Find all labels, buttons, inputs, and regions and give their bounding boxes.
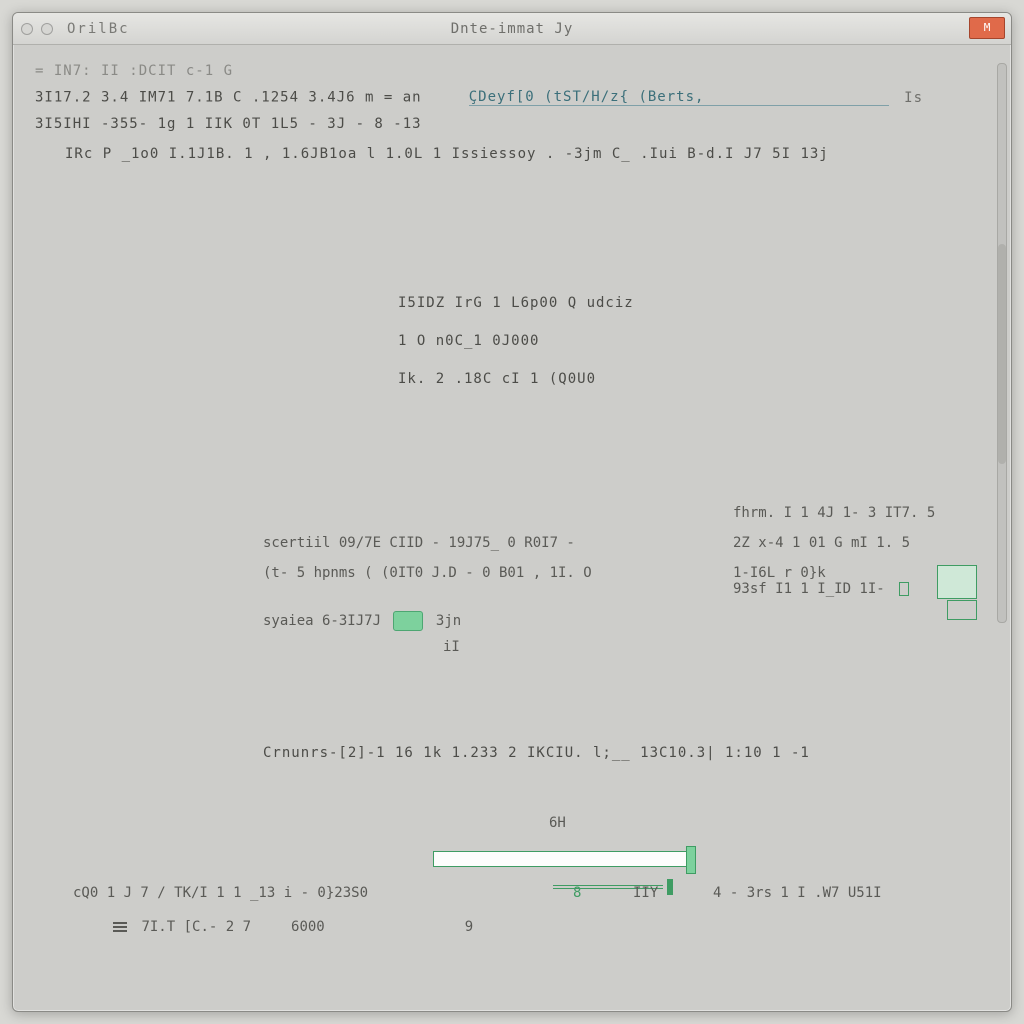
vertical-scrollbar[interactable] (997, 63, 1007, 623)
mid-row-2-right: 2Z x-4 1 01 G mI 1. 5 (733, 535, 983, 551)
mid-row-5: iI (263, 639, 983, 655)
content-area: = IN7: II :DCIT c-1 G 3I17.2 3.4 IM71 7.… (13, 45, 1011, 1011)
green-o-icon (600, 565, 608, 581)
mid-row-2-left: scertiil 09/7E CIID - 19J75_ 0 R0I7 - (263, 535, 693, 551)
progress-label: 6H (549, 815, 566, 831)
maximize-icon[interactable] (41, 23, 53, 35)
mid-row-4-left-a: syaiea 6-3IJ7J (263, 613, 381, 629)
bottom-r1-b: 4 - 3rs 1 I .W7 U51I (713, 885, 882, 901)
lower-block: Crnunrs-[2]-1 16 1k 1.233 2 IKCIU. l;__ … (263, 745, 983, 783)
list-icon (113, 920, 127, 934)
bottom-r2-b: 6000 (291, 919, 325, 935)
bottom-block: cQ0 1 J 7 / TK/I 1 1 _13 i - 0}23S0 8 II… (73, 885, 973, 953)
side-marker-icon (937, 565, 977, 599)
mid-row-3-left-text: (t- 5 hpnms ( (0IT0 J.D - 0 B01 , 1I. O (263, 565, 592, 581)
mid-row-1-right: fhrm. I 1 4J 1- 3 IT7. 5 (733, 505, 983, 521)
mid-row-4-left-b: 3jn (436, 613, 461, 629)
center-block: I5IDZ IrG 1 L6p00 Q udciz 1 O n0C_1 0J00… (398, 295, 758, 409)
center-line-3: Ik. 2 .18C cI 1 (Q0U0 (398, 371, 758, 387)
header-line-3: 3I5IHI -355- 1g 1 IIK 0T 1L5 - 3J - 8 -1… (35, 116, 989, 132)
mid-row-3-left: (t- 5 hpnms ( (0IT0 J.D - 0 B01 , 1I. O (263, 565, 693, 597)
app-name: OrilBc (67, 21, 130, 37)
bottom-row-1: cQ0 1 J 7 / TK/I 1 1 _13 i - 0}23S0 8 II… (73, 885, 973, 901)
bottom-r2-a: 7I.T [C.- 2 7 (141, 919, 251, 935)
window-title: Dnte-immat Jy (13, 21, 1011, 37)
progress-bar[interactable] (433, 851, 693, 867)
bottom-row-2: 7I.T [C.- 2 7 6000 9 (73, 919, 973, 935)
bottom-r1-a: cQ0 1 J 7 / TK/I 1 1 _13 i - 0}23S0 (73, 885, 368, 901)
header-line-1: = IN7: II :DCIT c-1 G (35, 63, 989, 79)
mini-tick-icon (667, 879, 673, 895)
text-cursor-icon[interactable] (393, 611, 423, 631)
header-line-2: 3I17.2 3.4 IM71 7.1B C .1254 3.4J6 m = a… (35, 89, 989, 106)
window-controls (21, 23, 53, 35)
center-line-1: I5IDZ IrG 1 L6p00 Q udciz (398, 295, 758, 311)
lower-line-1: Crnunrs-[2]-1 16 1k 1.233 2 IKCIU. l;__ … (263, 745, 983, 761)
header-block: = IN7: II :DCIT c-1 G 3I17.2 3.4 IM71 7.… (35, 63, 989, 162)
side-marker-icon-2 (947, 600, 977, 620)
scrollbar-thumb[interactable] (998, 244, 1006, 464)
minimize-icon[interactable] (21, 23, 33, 35)
mid-row-3-right-b-text: 93sf I1 1 I_ID 1I- (733, 581, 885, 597)
mid-row-4: syaiea 6-3IJ7J 3jn (263, 611, 983, 631)
page-icon (899, 582, 909, 596)
bottom-tick-b: IIY (633, 885, 658, 901)
center-line-2: 1 O n0C_1 0J000 (398, 333, 758, 349)
bottom-r2-c: 9 (465, 919, 473, 935)
mid-row-2: scertiil 09/7E CIID - 19J75_ 0 R0I7 - 2Z… (263, 535, 983, 551)
mid-row-3: (t- 5 hpnms ( (0IT0 J.D - 0 B01 , 1I. O … (263, 565, 983, 597)
app-window: OrilBc Dnte-immat Jy M = IN7: II :DCIT c… (12, 12, 1012, 1012)
header-line-2-left: 3I17.2 3.4 IM71 7.1B C .1254 3.4J6 m = a… (35, 90, 422, 106)
mid-row-4-left: syaiea 6-3IJ7J 3jn (263, 611, 693, 631)
titlebar: OrilBc Dnte-immat Jy M (13, 13, 1011, 45)
bottom-tick-a: 8 (573, 885, 581, 901)
mid-block: fhrm. I 1 4J 1- 3 IT7. 5 scertiil 09/7E … (263, 505, 983, 669)
header-line-4: IRc P _1o0 I.1J1B. 1 , 1.6JB1oa l 1.0L 1… (65, 146, 989, 162)
mid-row-1: fhrm. I 1 4J 1- 3 IT7. 5 (263, 505, 983, 521)
progress-handle-icon[interactable] (686, 846, 696, 874)
header-link-text: ÇDeyf[0 (tST/H/z{ (Berts, (469, 89, 705, 105)
header-link[interactable]: ÇDeyf[0 (tST/H/z{ (Berts, (469, 89, 889, 106)
header-line-2-tail: Is (904, 90, 923, 106)
mid-row-5-left: iI (263, 639, 693, 655)
close-button[interactable]: M (969, 17, 1005, 39)
